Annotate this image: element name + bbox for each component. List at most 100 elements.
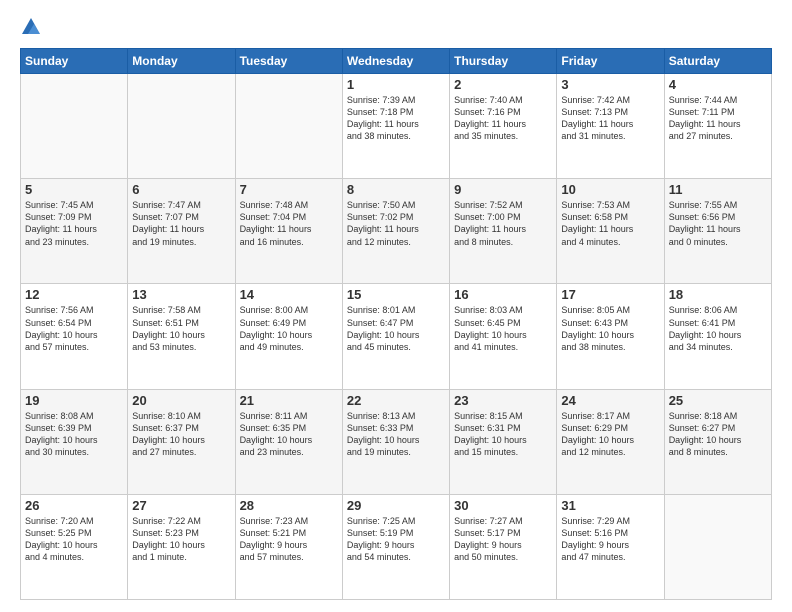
cell-info: Sunrise: 7:22 AM Sunset: 5:23 PM Dayligh…: [132, 515, 230, 564]
day-number: 20: [132, 393, 230, 408]
cell-info: Sunrise: 7:25 AM Sunset: 5:19 PM Dayligh…: [347, 515, 445, 564]
calendar-header-wednesday: Wednesday: [342, 49, 449, 74]
cell-info: Sunrise: 7:48 AM Sunset: 7:04 PM Dayligh…: [240, 199, 338, 248]
calendar-cell: 30 Sunrise: 7:27 AM Sunset: 5:17 PM Dayli…: [450, 494, 557, 599]
calendar-cell: 21Sunrise: 8:11 AM Sunset: 6:35 PM Dayli…: [235, 389, 342, 494]
logo: [20, 16, 44, 38]
calendar-cell: 13 Sunrise: 7:58 AM Sunset: 6:51 PM Dayli…: [128, 284, 235, 389]
day-number: 24: [561, 393, 659, 408]
cell-info: Sunrise: 7:58 AM Sunset: 6:51 PM Dayligh…: [132, 304, 230, 353]
calendar-cell: [664, 494, 771, 599]
cell-info: Sunrise: 7:29 AM Sunset: 5:16 PM Dayligh…: [561, 515, 659, 564]
cell-info: Sunrise: 7:39 AM Sunset: 7:18 PM Dayligh…: [347, 94, 445, 143]
day-number: 18: [669, 287, 767, 302]
day-number: 10: [561, 182, 659, 197]
day-number: 13: [132, 287, 230, 302]
calendar-cell: 11Sunrise: 7:55 AM Sunset: 6:56 PM Dayli…: [664, 179, 771, 284]
cell-info: Sunrise: 8:10 AM Sunset: 6:37 PM Dayligh…: [132, 410, 230, 459]
calendar: SundayMondayTuesdayWednesdayThursdayFrid…: [20, 48, 772, 600]
calendar-cell: 22Sunrise: 8:13 AM Sunset: 6:33 PM Dayli…: [342, 389, 449, 494]
day-number: 30: [454, 498, 552, 513]
day-number: 6: [132, 182, 230, 197]
calendar-header-tuesday: Tuesday: [235, 49, 342, 74]
calendar-cell: 10Sunrise: 7:53 AM Sunset: 6:58 PM Dayli…: [557, 179, 664, 284]
calendar-header-saturday: Saturday: [664, 49, 771, 74]
calendar-cell: 18 Sunrise: 8:06 AM Sunset: 6:41 PM Dayli…: [664, 284, 771, 389]
calendar-header-friday: Friday: [557, 49, 664, 74]
calendar-cell: 8 Sunrise: 7:50 AM Sunset: 7:02 PM Daylig…: [342, 179, 449, 284]
calendar-header-thursday: Thursday: [450, 49, 557, 74]
day-number: 27: [132, 498, 230, 513]
calendar-week-0: 1 Sunrise: 7:39 AM Sunset: 7:18 PM Daylig…: [21, 74, 772, 179]
cell-info: Sunrise: 7:55 AM Sunset: 6:56 PM Dayligh…: [669, 199, 767, 248]
day-number: 8: [347, 182, 445, 197]
calendar-cell: 1 Sunrise: 7:39 AM Sunset: 7:18 PM Daylig…: [342, 74, 449, 179]
calendar-cell: 5Sunrise: 7:45 AM Sunset: 7:09 PM Daylig…: [21, 179, 128, 284]
calendar-cell: 16 Sunrise: 8:03 AM Sunset: 6:45 PM Dayli…: [450, 284, 557, 389]
calendar-cell: 7 Sunrise: 7:48 AM Sunset: 7:04 PM Daylig…: [235, 179, 342, 284]
cell-info: Sunrise: 8:18 AM Sunset: 6:27 PM Dayligh…: [669, 410, 767, 459]
calendar-cell: 23 Sunrise: 8:15 AM Sunset: 6:31 PM Dayli…: [450, 389, 557, 494]
day-number: 23: [454, 393, 552, 408]
day-number: 25: [669, 393, 767, 408]
calendar-cell: 27 Sunrise: 7:22 AM Sunset: 5:23 PM Dayli…: [128, 494, 235, 599]
calendar-cell: 25 Sunrise: 8:18 AM Sunset: 6:27 PM Dayli…: [664, 389, 771, 494]
day-number: 12: [25, 287, 123, 302]
day-number: 1: [347, 77, 445, 92]
calendar-cell: 26 Sunrise: 7:20 AM Sunset: 5:25 PM Dayli…: [21, 494, 128, 599]
calendar-cell: 6Sunrise: 7:47 AM Sunset: 7:07 PM Daylig…: [128, 179, 235, 284]
day-number: 15: [347, 287, 445, 302]
day-number: 28: [240, 498, 338, 513]
header: [20, 16, 772, 38]
calendar-cell: 15 Sunrise: 8:01 AM Sunset: 6:47 PM Dayli…: [342, 284, 449, 389]
cell-info: Sunrise: 8:11 AM Sunset: 6:35 PM Dayligh…: [240, 410, 338, 459]
calendar-cell: [21, 74, 128, 179]
cell-info: Sunrise: 7:50 AM Sunset: 7:02 PM Dayligh…: [347, 199, 445, 248]
calendar-cell: 3Sunrise: 7:42 AM Sunset: 7:13 PM Daylig…: [557, 74, 664, 179]
calendar-cell: 2Sunrise: 7:40 AM Sunset: 7:16 PM Daylig…: [450, 74, 557, 179]
calendar-cell: 24 Sunrise: 8:17 AM Sunset: 6:29 PM Dayli…: [557, 389, 664, 494]
cell-info: Sunrise: 8:06 AM Sunset: 6:41 PM Dayligh…: [669, 304, 767, 353]
day-number: 29: [347, 498, 445, 513]
logo-icon: [20, 16, 42, 38]
day-number: 4: [669, 77, 767, 92]
day-number: 3: [561, 77, 659, 92]
cell-info: Sunrise: 7:56 AM Sunset: 6:54 PM Dayligh…: [25, 304, 123, 353]
day-number: 31: [561, 498, 659, 513]
cell-info: Sunrise: 8:01 AM Sunset: 6:47 PM Dayligh…: [347, 304, 445, 353]
calendar-cell: 12 Sunrise: 7:56 AM Sunset: 6:54 PM Dayli…: [21, 284, 128, 389]
day-number: 7: [240, 182, 338, 197]
cell-info: Sunrise: 7:44 AM Sunset: 7:11 PM Dayligh…: [669, 94, 767, 143]
day-number: 14: [240, 287, 338, 302]
cell-info: Sunrise: 7:23 AM Sunset: 5:21 PM Dayligh…: [240, 515, 338, 564]
calendar-cell: 29 Sunrise: 7:25 AM Sunset: 5:19 PM Dayli…: [342, 494, 449, 599]
calendar-week-3: 19Sunrise: 8:08 AM Sunset: 6:39 PM Dayli…: [21, 389, 772, 494]
calendar-week-4: 26 Sunrise: 7:20 AM Sunset: 5:25 PM Dayli…: [21, 494, 772, 599]
calendar-cell: 14 Sunrise: 8:00 AM Sunset: 6:49 PM Dayli…: [235, 284, 342, 389]
cell-info: Sunrise: 8:15 AM Sunset: 6:31 PM Dayligh…: [454, 410, 552, 459]
cell-info: Sunrise: 7:20 AM Sunset: 5:25 PM Dayligh…: [25, 515, 123, 564]
day-number: 5: [25, 182, 123, 197]
day-number: 17: [561, 287, 659, 302]
cell-info: Sunrise: 8:17 AM Sunset: 6:29 PM Dayligh…: [561, 410, 659, 459]
calendar-cell: 4 Sunrise: 7:44 AM Sunset: 7:11 PM Daylig…: [664, 74, 771, 179]
cell-info: Sunrise: 8:05 AM Sunset: 6:43 PM Dayligh…: [561, 304, 659, 353]
page: SundayMondayTuesdayWednesdayThursdayFrid…: [0, 0, 792, 612]
cell-info: Sunrise: 7:27 AM Sunset: 5:17 PM Dayligh…: [454, 515, 552, 564]
day-number: 22: [347, 393, 445, 408]
calendar-cell: 9Sunrise: 7:52 AM Sunset: 7:00 PM Daylig…: [450, 179, 557, 284]
calendar-cell: 28 Sunrise: 7:23 AM Sunset: 5:21 PM Dayli…: [235, 494, 342, 599]
calendar-header-sunday: Sunday: [21, 49, 128, 74]
calendar-cell: 19Sunrise: 8:08 AM Sunset: 6:39 PM Dayli…: [21, 389, 128, 494]
cell-info: Sunrise: 7:40 AM Sunset: 7:16 PM Dayligh…: [454, 94, 552, 143]
calendar-cell: [235, 74, 342, 179]
calendar-header-monday: Monday: [128, 49, 235, 74]
day-number: 16: [454, 287, 552, 302]
day-number: 26: [25, 498, 123, 513]
cell-info: Sunrise: 8:08 AM Sunset: 6:39 PM Dayligh…: [25, 410, 123, 459]
cell-info: Sunrise: 7:52 AM Sunset: 7:00 PM Dayligh…: [454, 199, 552, 248]
cell-info: Sunrise: 8:00 AM Sunset: 6:49 PM Dayligh…: [240, 304, 338, 353]
calendar-cell: [128, 74, 235, 179]
cell-info: Sunrise: 8:03 AM Sunset: 6:45 PM Dayligh…: [454, 304, 552, 353]
calendar-cell: 20 Sunrise: 8:10 AM Sunset: 6:37 PM Dayli…: [128, 389, 235, 494]
